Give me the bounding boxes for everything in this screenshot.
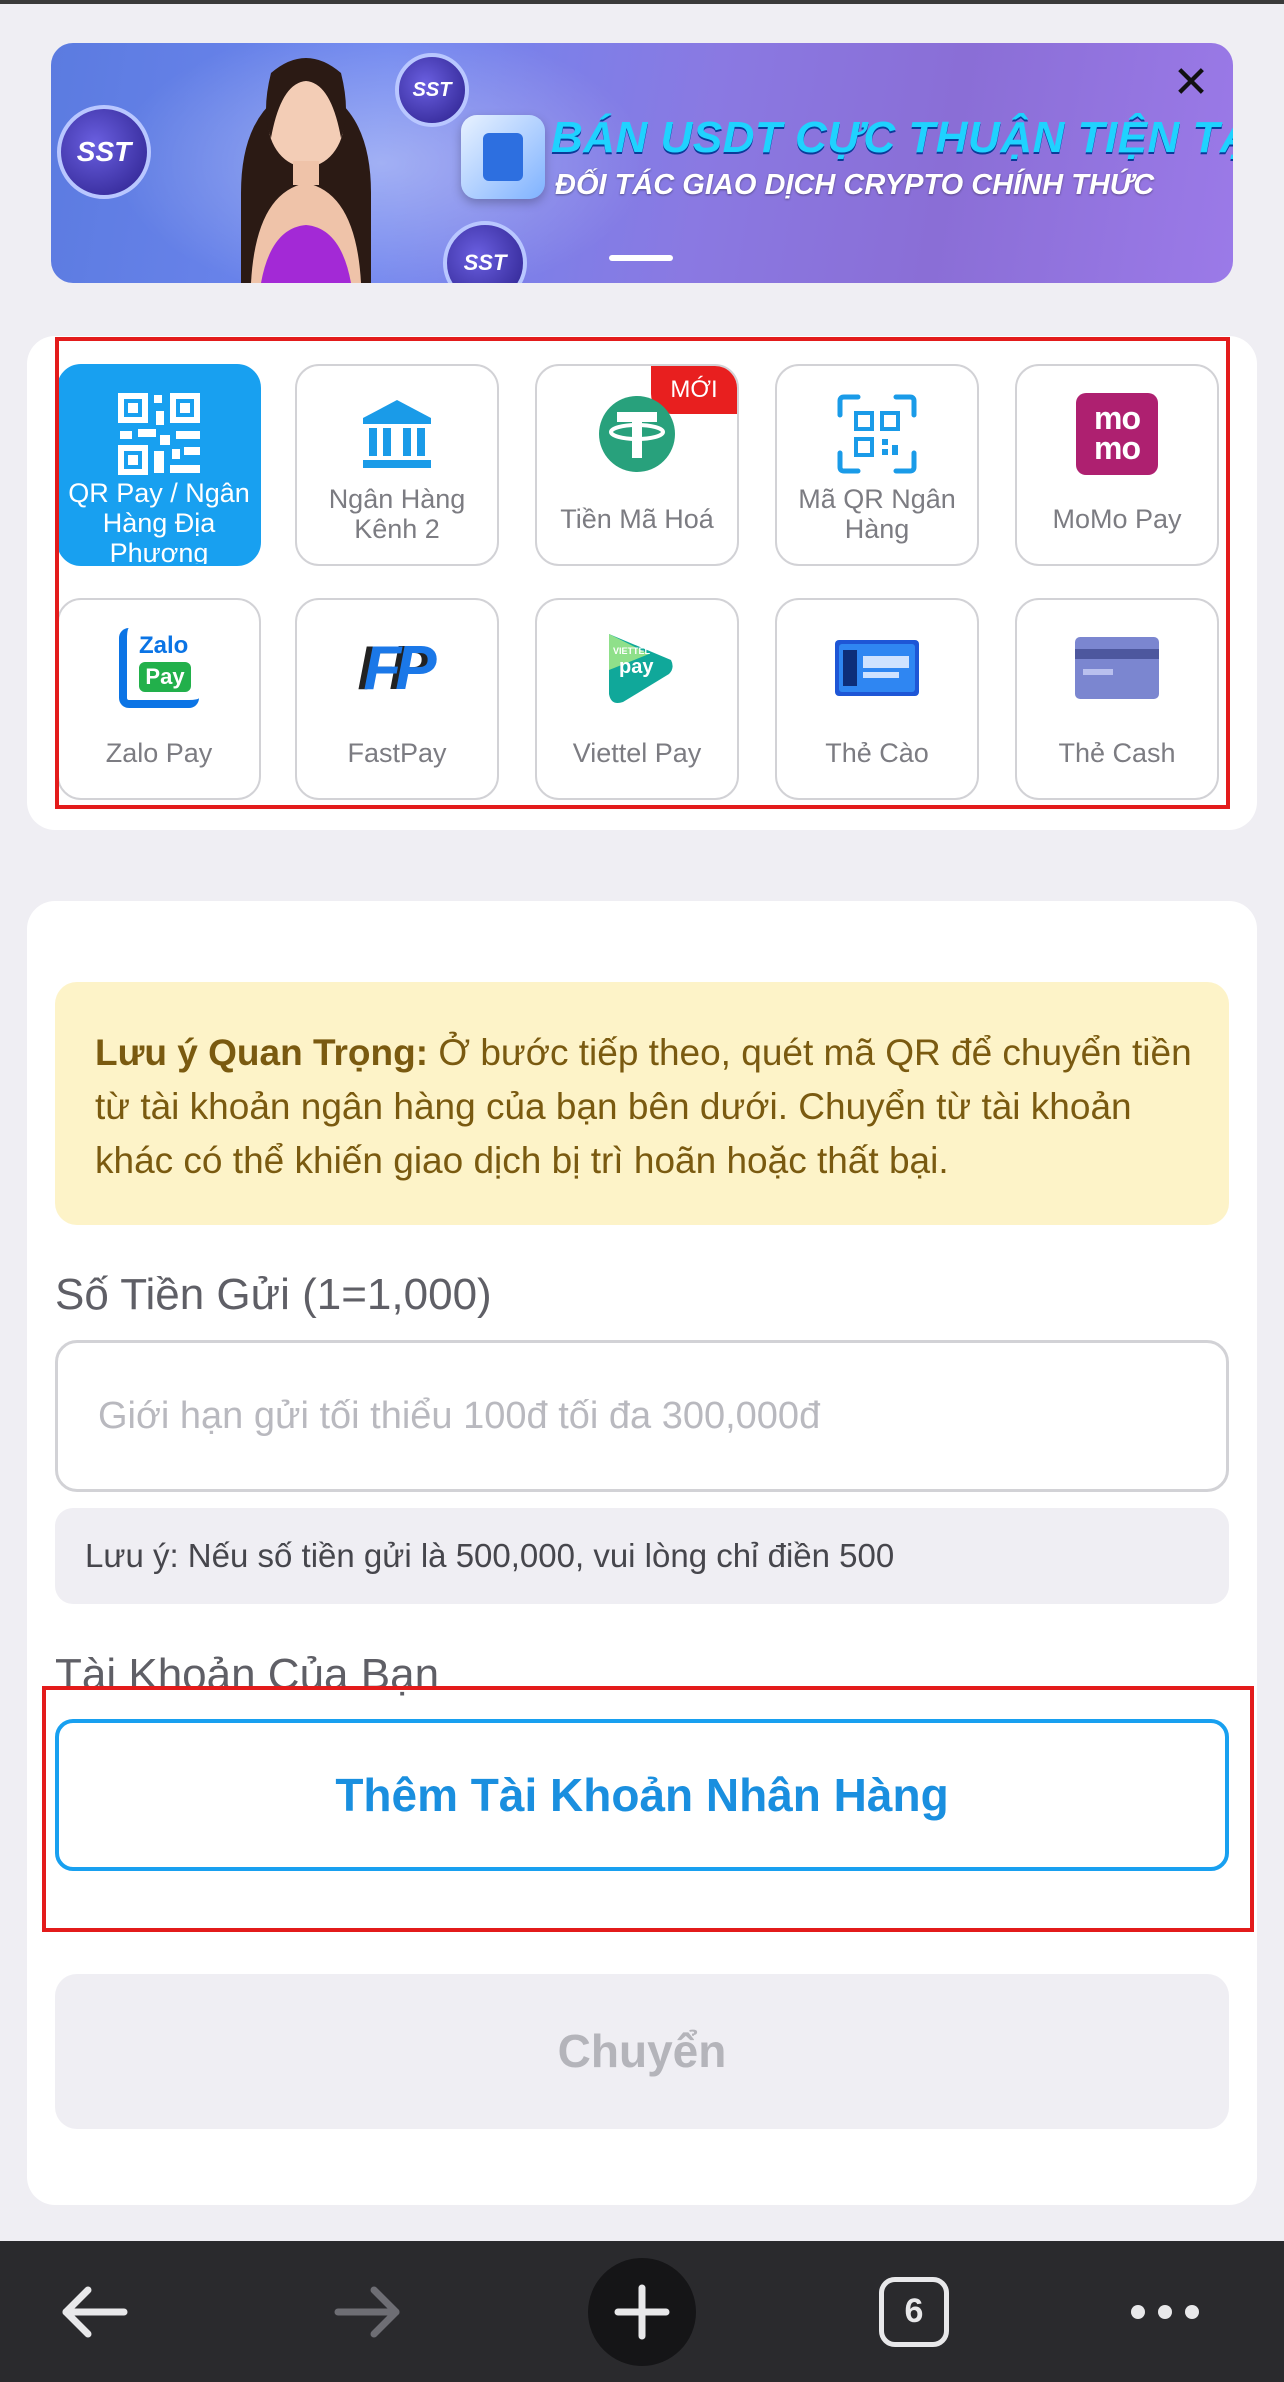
banner-title: BÁN USDT CỰC THUẬN TIỆN TẠI SST [551, 113, 1233, 162]
transfer-button[interactable]: Chuyển [55, 1974, 1229, 2129]
banner-subtitle: ĐỐI TÁC GIAO DỊCH CRYPTO CHÍNH THỨC [555, 169, 1155, 201]
new-tab-button[interactable] [588, 2241, 696, 2382]
back-arrow-icon[interactable] [54, 2241, 134, 2382]
status-top-line [0, 0, 1284, 4]
amount-input[interactable] [55, 1340, 1229, 1492]
wallet-device-icon [461, 115, 545, 199]
notice-title: Lưu ý Quan Trọng: [95, 1032, 429, 1073]
more-dots-icon[interactable] [1130, 2241, 1200, 2382]
forward-arrow-icon[interactable] [328, 2241, 408, 2382]
amount-label: Số Tiền Gửi (1=1,000) [55, 1270, 492, 1319]
new-tab-plus-icon [588, 2257, 696, 2366]
carousel-indicator [609, 255, 673, 261]
important-notice: Lưu ý Quan Trọng: Ở bước tiếp theo, quét… [55, 982, 1229, 1225]
browser-toolbar: 6 [0, 2241, 1284, 2382]
sst-coin-icon: SST [57, 105, 151, 199]
amount-hint: Lưu ý: Nếu số tiền gửi là 500,000, vui l… [55, 1508, 1229, 1604]
close-icon[interactable]: ✕ [1171, 61, 1211, 105]
coin-text: SST [76, 136, 132, 167]
coin-text: SST [412, 78, 452, 101]
tab-switcher-icon[interactable]: 6 [879, 2241, 949, 2382]
coin-text: SST [463, 250, 507, 275]
promo-banner[interactable]: SST SST SST BÁN USDT CỰC THUẬN TIỆN TẠI … [51, 43, 1233, 283]
payment-methods-highlight [55, 337, 1230, 809]
tab-count: 6 [879, 2276, 949, 2347]
add-bank-highlight [42, 1686, 1254, 1932]
model-portrait-icon [241, 58, 371, 283]
